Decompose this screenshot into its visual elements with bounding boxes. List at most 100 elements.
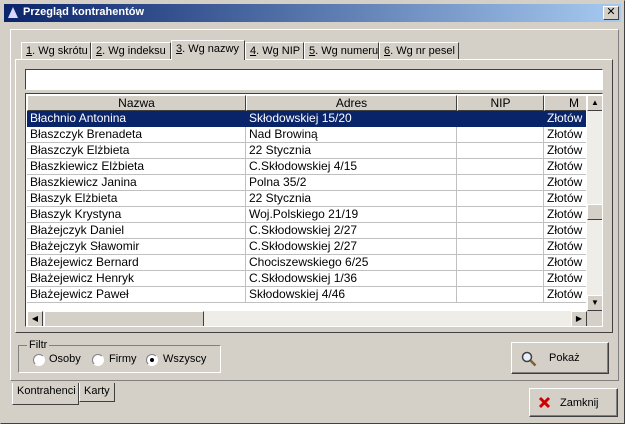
magnifier-icon [521,351,537,367]
cell-nip [457,127,544,143]
radio-label-wszyscy: Wszyscy [163,353,207,365]
tab-wg-nip[interactable]: 4. Wg NIP [245,42,304,59]
cell-nip [457,191,544,207]
cell-nazwa: Błaszkiewicz Janina [27,175,246,191]
cell-miejscowosc: Złotów [544,287,586,303]
radio-wszyscy[interactable] [146,354,158,366]
column-header-miejscowosc[interactable]: M [544,95,586,111]
show-button-label: Pokaż [549,352,580,364]
scroll-left-icon[interactable]: ◀ [27,311,43,326]
vertical-scroll-thumb[interactable] [587,204,602,220]
table-row[interactable]: Błaszczyk Brenadeta Nad Browiną Złotów [27,127,586,143]
close-button-label: Zamknij [560,397,599,409]
table-row[interactable]: Błażejczyk Daniel C.Skłodowskiej 2/27 Złot… [27,223,586,239]
scroll-down-icon[interactable]: ▼ [587,295,602,311]
tab-wg-nazwy[interactable]: 3. Wg nazwy [171,40,245,60]
column-header-adres[interactable]: Adres [246,95,457,111]
cell-adres: Chociszewskiego 6/25 [246,255,457,271]
table-row[interactable]: Błaszkiewicz Elżbieta C.Skłodowskiej 4/15… [27,159,586,175]
window: Przegląd kontrahentów ✕ 1. Wg skrótu 2. … [0,0,625,424]
cell-nip [457,287,544,303]
cell-nazwa: Błachnio Antonina [27,111,246,127]
horizontal-scroll-thumb[interactable] [44,311,204,326]
tab-label: . Wg NIP [256,45,301,57]
grid-content: Nazwa Adres NIP M Błachnio Antonina Skłod… [27,95,586,311]
column-header-nazwa[interactable]: Nazwa [27,95,246,111]
contractors-grid[interactable]: Nazwa Adres NIP M Błachnio Antonina Skłod… [25,93,603,327]
cell-nip [457,207,544,223]
cell-miejscowosc: Złotów [544,159,586,175]
title-bar[interactable]: Przegląd kontrahentów ✕ [4,4,621,22]
cell-nip [457,143,544,159]
cell-adres: Skłodowskiej 4/46 [246,287,457,303]
cell-adres: C.Skłodowskiej 4/15 [246,159,457,175]
scroll-right-icon[interactable]: ▶ [571,311,587,326]
scrollbar-corner [587,311,602,326]
cell-adres: C.Skłodowskiej 1/36 [246,271,457,287]
tab-wg-indeksu[interactable]: 2. Wg indeksu [91,42,171,59]
cell-adres: Nad Browiną [246,127,457,143]
tab-kontrahenci[interactable]: Kontrahenci [12,383,79,405]
cell-nazwa: Błażejczyk Daniel [27,223,246,239]
cell-nip [457,111,544,127]
cell-miejscowosc: Złotów [544,223,586,239]
table-row[interactable]: Błaszkiewicz Janina Polna 35/2 Złotów [27,175,586,191]
tab-wg-skrotu[interactable]: 1. Wg skrótu [21,42,91,59]
scroll-up-icon[interactable]: ▲ [587,95,602,111]
cell-adres: 22 Stycznia [246,143,457,159]
filter-legend: Filtr [27,339,50,351]
cell-nazwa: Błaszyk Krystyna [27,207,246,223]
cell-nip [457,175,544,191]
horizontal-scrollbar[interactable]: ◀ ▶ [27,311,587,326]
tab-karty[interactable]: Karty [79,383,115,402]
cell-adres: 22 Stycznia [246,191,457,207]
red-x-icon [538,396,551,409]
table-row[interactable]: Błażejewicz Paweł Skłodowskiej 4/46 Złotów [27,287,586,303]
show-button[interactable]: Pokaż [511,342,609,374]
search-input[interactable] [25,69,603,90]
cell-nazwa: Błażejewicz Paweł [27,287,246,303]
close-window-button[interactable]: ✕ [603,6,619,20]
table-row[interactable]: Błaszyk Elżbieta 22 Stycznia Złotów [27,191,586,207]
table-row[interactable]: Błaszczyk Elżbieta 22 Stycznia Złotów [27,143,586,159]
cell-nazwa: Błażejewicz Henryk [27,271,246,287]
radio-label-firmy: Firmy [109,353,137,365]
close-button[interactable]: Zamknij [529,388,618,417]
cell-miejscowosc: Złotów [544,143,586,159]
tab-wg-numeru[interactable]: 5. Wg numeru [304,42,379,59]
cell-nip [457,255,544,271]
tab-label: . Wg nr pesel [390,45,455,57]
cell-adres: Woj.Polskiego 21/19 [246,207,457,223]
cell-adres: Skłodowskiej 15/20 [246,111,457,127]
cell-adres: C.Skłodowskiej 2/27 [246,239,457,255]
app-icon [8,7,18,18]
cell-nazwa: Błaszkiewicz Elżbieta [27,159,246,175]
tab-label: . Wg skrótu [32,45,88,57]
table-row[interactable]: Błażejewicz Bernard Chociszewskiego 6/25 Z… [27,255,586,271]
cell-miejscowosc: Złotów [544,127,586,143]
cell-nazwa: Błażejczyk Sławomir [27,239,246,255]
cell-miejscowosc: Złotów [544,271,586,287]
tab-label: . Wg numeru [315,45,379,57]
table-row[interactable]: Błażejczyk Sławomir C.Skłodowskiej 2/27 Zł… [27,239,586,255]
cell-miejscowosc: Złotów [544,111,586,127]
radio-osoby[interactable] [33,354,45,366]
tab-wg-nr-pesel[interactable]: 6. Wg nr pesel [379,42,459,59]
column-header-nip[interactable]: NIP [457,95,544,111]
cell-nip [457,239,544,255]
radio-firmy[interactable] [92,354,104,366]
table-row[interactable]: Błażejewicz Henryk C.Skłodowskiej 1/36 Zło… [27,271,586,287]
cell-nazwa: Błaszczyk Elżbieta [27,143,246,159]
table-row[interactable]: Błaszyk Krystyna Woj.Polskiego 21/19 Złotó… [27,207,586,223]
window-title: Przegląd kontrahentów [23,6,145,18]
cell-miejscowosc: Złotów [544,191,586,207]
cell-nazwa: Błaszczyk Brenadeta [27,127,246,143]
cell-miejscowosc: Złotów [544,239,586,255]
cell-miejscowosc: Złotów [544,175,586,191]
vertical-scrollbar[interactable]: ▲ ▼ [587,95,602,311]
cell-miejscowosc: Złotów [544,255,586,271]
cell-nip [457,223,544,239]
table-row[interactable]: Błachnio Antonina Skłodowskiej 15/20 Złotó… [27,111,586,127]
cell-nip [457,159,544,175]
cell-nazwa: Błażejewicz Bernard [27,255,246,271]
